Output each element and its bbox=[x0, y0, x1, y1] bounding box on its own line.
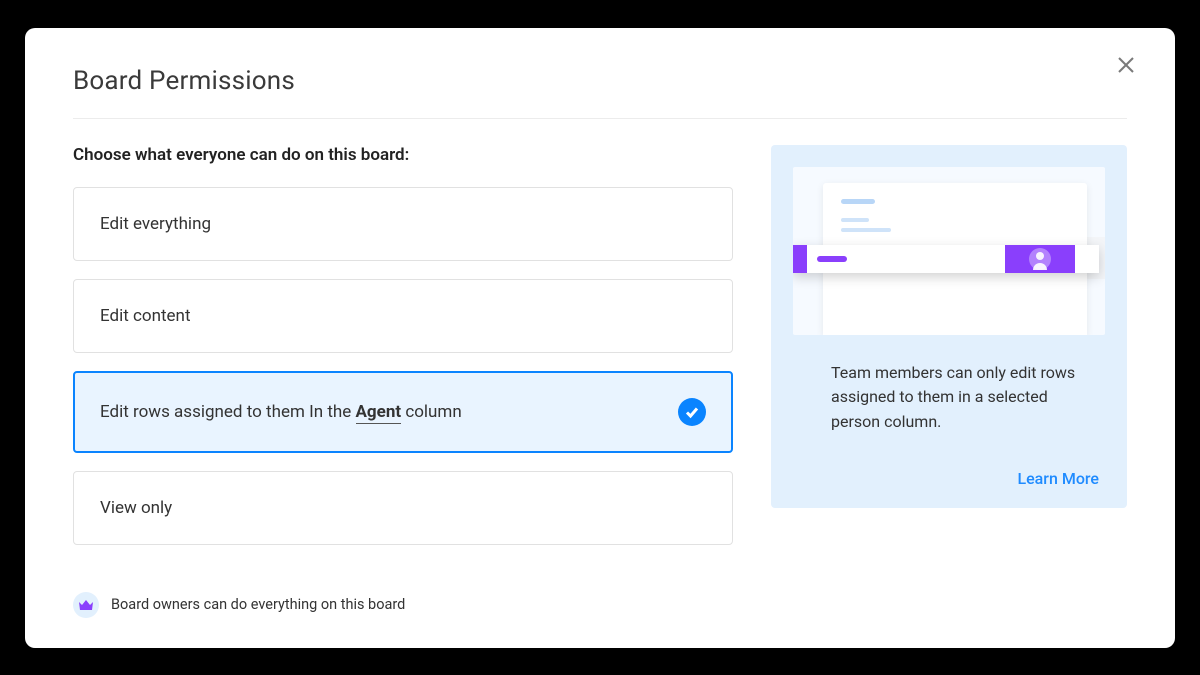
footer-text: Board owners can do everything on this b… bbox=[111, 596, 405, 613]
option-edit-content[interactable]: Edit content bbox=[73, 279, 733, 353]
learn-more-link[interactable]: Learn More bbox=[793, 469, 1105, 488]
person-icon bbox=[1005, 245, 1075, 273]
options-column: Choose what everyone can do on this boar… bbox=[73, 145, 733, 563]
info-panel: Team members can only edit rows assigned… bbox=[771, 145, 1127, 508]
column-select[interactable]: Agent bbox=[356, 402, 402, 424]
close-icon bbox=[1117, 56, 1135, 74]
option-view-only[interactable]: View only bbox=[73, 471, 733, 545]
selected-check-icon bbox=[678, 398, 706, 426]
option-edit-assigned-rows[interactable]: Edit rows assigned to them In the Agent … bbox=[73, 371, 733, 453]
option-edit-everything[interactable]: Edit everything bbox=[73, 187, 733, 261]
option-label-post: column bbox=[401, 402, 462, 422]
board-permissions-modal: Board Permissions Choose what everyone c… bbox=[25, 28, 1175, 648]
options-subtitle: Choose what everyone can do on this boar… bbox=[73, 145, 733, 165]
info-description: Team members can only edit rows assigned… bbox=[793, 361, 1105, 435]
option-label: Edit everything bbox=[100, 214, 211, 234]
permission-illustration bbox=[793, 167, 1105, 335]
option-label: View only bbox=[100, 498, 172, 518]
footer-note: Board owners can do everything on this b… bbox=[73, 592, 405, 618]
option-label: Edit content bbox=[100, 306, 191, 326]
option-label-pre: Edit rows assigned to them In the bbox=[100, 402, 356, 422]
crown-icon bbox=[73, 592, 99, 618]
close-button[interactable] bbox=[1117, 56, 1141, 80]
divider bbox=[73, 118, 1127, 119]
info-column: Team members can only edit rows assigned… bbox=[771, 145, 1127, 563]
modal-title: Board Permissions bbox=[73, 66, 1127, 96]
option-label: Edit rows assigned to them In the Agent … bbox=[100, 402, 462, 422]
